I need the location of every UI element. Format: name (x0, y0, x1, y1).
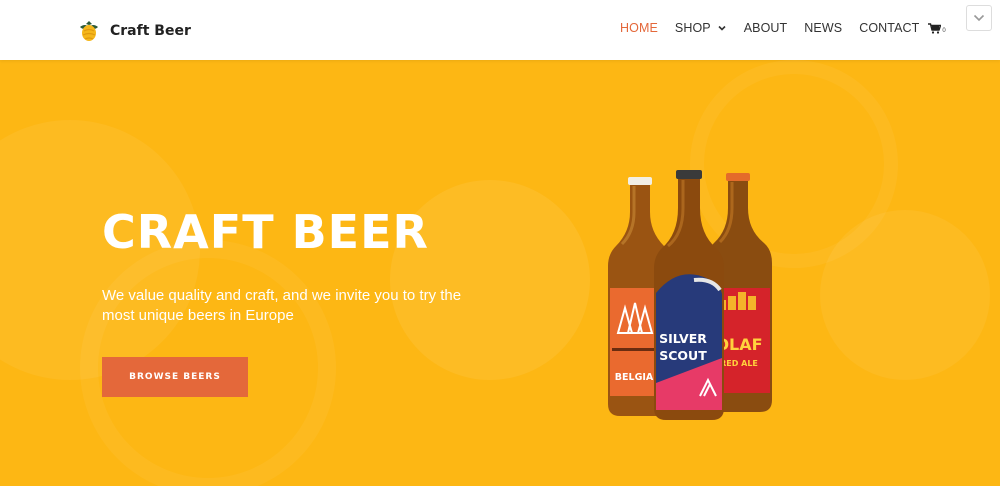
hero-section: CRAFT BEER We value quality and craft, a… (0, 60, 1000, 486)
nav-contact[interactable]: CONTACT (859, 21, 919, 35)
brand-name: Craft Beer (110, 23, 191, 39)
cart-icon (928, 22, 942, 34)
cart-count: 0 (942, 27, 946, 34)
nav-home[interactable]: HOME (620, 21, 658, 35)
brand-logo[interactable]: Craft Beer (76, 18, 191, 44)
bottle-center: SILVER SCOUT (654, 170, 724, 420)
nav-shop[interactable]: SHOP (675, 21, 727, 35)
chevron-down-icon (973, 14, 985, 22)
cart-button[interactable]: 0 (928, 22, 946, 34)
nav-shop-label: SHOP (674, 21, 711, 35)
main-nav: HOME SHOP ABOUT NEWS CONTACT 0 (620, 21, 963, 35)
page: Craft Beer HOME SHOP ABOUT NEWS CONTACT (0, 0, 1000, 486)
bottle-right-type: RED ALE (720, 359, 758, 368)
site-header: Craft Beer HOME SHOP ABOUT NEWS CONTACT (0, 0, 1000, 60)
beer-bottles-image: OLAF RED ALE BELGIAN SILVER SCOUT (608, 170, 772, 420)
scroll-toggle-button[interactable] (966, 5, 992, 31)
nav-about[interactable]: ABOUT (744, 21, 788, 35)
hero-subtitle: We value quality and craft, and we invit… (102, 287, 462, 324)
hero-title: CRAFT BEER (102, 205, 429, 259)
chevron-down-icon (718, 25, 726, 31)
nav-news[interactable]: NEWS (804, 21, 842, 35)
hop-icon (80, 21, 98, 41)
browse-beers-button[interactable]: BROWSE BEERS (102, 357, 248, 397)
bottle-center-name-1: SILVER (659, 331, 707, 346)
bottle-center-name-2: SCOUT (659, 348, 707, 363)
